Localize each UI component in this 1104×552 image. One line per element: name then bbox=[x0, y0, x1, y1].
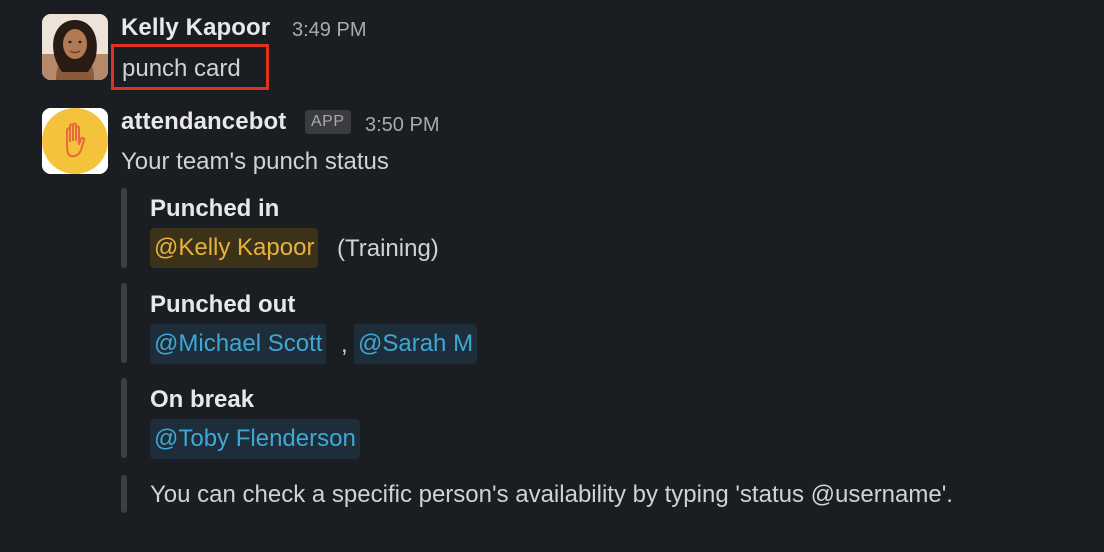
section-title-punched-out: Punched out bbox=[150, 291, 296, 318]
message-author-kelly[interactable]: Kelly Kapoor bbox=[121, 14, 270, 42]
mention-separator: , bbox=[341, 331, 348, 358]
highlight-box bbox=[111, 44, 269, 90]
message-text-bot: Your team's punch status bbox=[121, 148, 389, 175]
attachment-bar-punched-in bbox=[121, 188, 127, 268]
mention-sarah-m[interactable]: @Sarah M bbox=[354, 324, 478, 364]
attachment-bar-footer bbox=[121, 475, 127, 513]
mention-kelly-kapoor[interactable]: @Kelly Kapoor bbox=[150, 228, 319, 268]
punched-in-note: (Training) bbox=[337, 235, 439, 262]
message-timestamp-kelly[interactable]: 3:49 PM bbox=[292, 19, 366, 42]
mention-michael-scott[interactable]: @Michael Scott bbox=[150, 324, 327, 364]
section-title-punched-in: Punched in bbox=[150, 195, 280, 222]
footer-hint-text: You can check a specific person's availa… bbox=[150, 481, 953, 508]
kelly-kapoor-avatar[interactable] bbox=[42, 14, 108, 80]
attendancebot-avatar[interactable] bbox=[42, 108, 108, 174]
attachment-bar-on-break bbox=[121, 378, 127, 458]
message-timestamp-bot[interactable]: 3:50 PM bbox=[365, 114, 439, 137]
attachment-bar-punched-out bbox=[121, 283, 127, 363]
raised-hand-icon bbox=[42, 108, 108, 174]
section-title-on-break: On break bbox=[150, 386, 255, 413]
mention-toby-flenderson[interactable]: @Toby Flenderson bbox=[150, 419, 360, 459]
app-badge: APP bbox=[305, 110, 351, 134]
person-avatar-image bbox=[42, 14, 108, 80]
message-author-bot[interactable]: attendancebot bbox=[121, 108, 286, 136]
